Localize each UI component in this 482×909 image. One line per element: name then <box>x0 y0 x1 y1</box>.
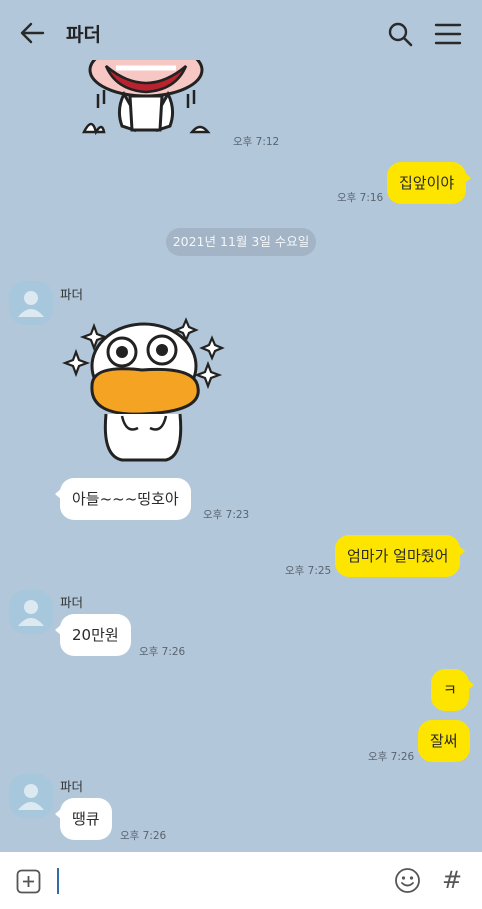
my-message-bubble[interactable]: 엄마가 얼마줬어 <box>335 535 466 577</box>
menu-button[interactable] <box>433 20 463 48</box>
default-profile-icon <box>18 600 44 626</box>
attach-button[interactable] <box>16 869 41 894</box>
sticker-duck-shocked[interactable] <box>61 316 226 466</box>
chat-title: 파더 <box>66 24 101 46</box>
my-message-bubble[interactable]: ㅋ <box>431 669 474 711</box>
message-time: 오후 7:25 <box>285 565 332 577</box>
plus-square-icon <box>16 869 41 894</box>
message-time: 오후 7:26 <box>120 830 167 842</box>
search-button[interactable] <box>386 20 414 48</box>
sticker-crying[interactable] <box>76 42 216 140</box>
message-time: 오후 7:16 <box>337 192 384 204</box>
text-cursor <box>57 868 59 894</box>
avatar[interactable] <box>9 774 53 818</box>
avatar[interactable] <box>9 590 53 634</box>
smiley-icon <box>395 868 420 893</box>
sticker-crying-image <box>81 42 211 136</box>
avatar[interactable] <box>9 281 53 325</box>
search-icon <box>388 22 413 47</box>
arrow-left-icon <box>20 22 45 44</box>
message-time: 오후 7:26 <box>368 751 415 763</box>
message-time: 오후 7:23 <box>203 509 250 521</box>
sender-name: 파더 <box>60 595 84 610</box>
chat-header: 파더 <box>0 0 482 66</box>
my-message-bubble[interactable]: 잘써 <box>418 720 470 762</box>
message-input-bar: # <box>0 852 482 909</box>
back-button[interactable] <box>18 20 48 46</box>
message-time: 오후 7:26 <box>139 646 186 658</box>
other-message-bubble[interactable]: 아들~~~띵호아 <box>55 478 191 520</box>
default-profile-icon <box>18 291 44 317</box>
message-time: 오후 7:12 <box>233 136 280 148</box>
other-message-bubble[interactable]: 땡큐 <box>55 798 112 840</box>
other-message-bubble[interactable]: 20만원 <box>55 614 131 656</box>
hamburger-menu-icon <box>434 23 462 45</box>
sender-name: 파더 <box>60 287 84 302</box>
message-input[interactable] <box>56 866 376 896</box>
emoji-button[interactable] <box>394 867 421 894</box>
default-profile-icon <box>18 784 44 810</box>
sender-name: 파더 <box>60 779 84 794</box>
my-message-bubble[interactable]: 집앞이야 <box>387 162 472 204</box>
date-divider: 2021년 11월 3일 수요일 <box>166 228 316 256</box>
sticker-duck-image <box>61 317 225 462</box>
hashtag-search-button[interactable]: # <box>442 866 466 894</box>
